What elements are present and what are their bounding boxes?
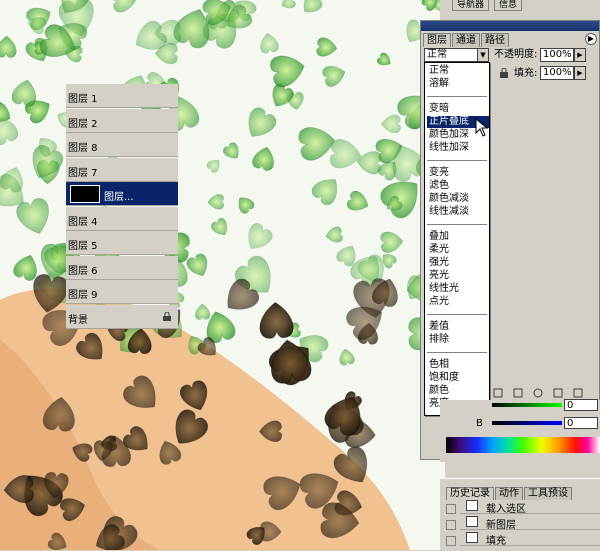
- layer-row[interactable]: 图层 6: [66, 255, 178, 280]
- blend-mode-option[interactable]: 点光: [427, 296, 489, 308]
- blue-slider[interactable]: [492, 421, 562, 425]
- tab-navigator[interactable]: 导航器: [452, 0, 490, 11]
- blue-value-input[interactable]: 0: [564, 417, 598, 429]
- menu-separator: [427, 160, 487, 161]
- opacity-label: 不透明度:: [494, 49, 538, 60]
- blend-mode-option[interactable]: 差值: [427, 321, 489, 333]
- lock-icon: [163, 311, 171, 321]
- history-snapshot-box[interactable]: [446, 536, 456, 546]
- history-item-label: 载入选区: [486, 504, 526, 515]
- menu-separator: [427, 352, 487, 353]
- history-snapshot-icon: [466, 532, 478, 543]
- blend-mode-option[interactable]: 强光: [427, 257, 489, 269]
- history-snapshot-box[interactable]: [446, 504, 456, 514]
- fill-input[interactable]: 100%: [540, 66, 574, 80]
- blend-mode-option[interactable]: 排除: [427, 334, 489, 346]
- blue-channel-label: B: [476, 418, 483, 429]
- layer-name: 图层 8: [68, 143, 98, 154]
- layers-tabs: 图层 通道 路径: [423, 33, 510, 47]
- layer-name: 图层 4: [68, 216, 98, 228]
- tab-channels[interactable]: 通道: [452, 33, 480, 47]
- layer-name: 背景: [68, 314, 88, 326]
- blend-mode-option[interactable]: 线性减淡: [427, 206, 489, 218]
- fill-arrow-icon[interactable]: ▶: [574, 66, 586, 80]
- menu-separator: [427, 224, 487, 225]
- blend-mode-option[interactable]: 溶解: [427, 78, 489, 90]
- blend-mode-option[interactable]: 颜色减淡: [427, 193, 489, 205]
- layer-name: 图层 6: [68, 265, 98, 277]
- blend-mode-option[interactable]: 饱和度: [427, 372, 489, 384]
- layer-row[interactable]: 图层 7: [66, 157, 178, 182]
- blend-mode-option[interactable]: 叠加: [427, 231, 489, 243]
- blend-mode-option[interactable]: 色相: [427, 359, 489, 371]
- history-snapshot-box[interactable]: [446, 520, 456, 530]
- layer-name: 图层 5: [68, 241, 98, 252]
- history-item-label: 填充: [486, 536, 506, 547]
- opacity-input[interactable]: 100%: [540, 48, 574, 62]
- history-item[interactable]: 载入选区: [460, 498, 600, 515]
- history-item-label: 新图层: [486, 520, 516, 531]
- history-snapshot-icon: [466, 516, 478, 527]
- blend-mode-option[interactable]: 变亮: [427, 167, 489, 179]
- blend-mode-select[interactable]: 正常: [424, 48, 478, 62]
- top-panel-strip: 导航器 信息: [440, 0, 600, 20]
- fill-label: 填充:: [514, 68, 538, 79]
- blend-mode-option[interactable]: 线性光: [427, 283, 489, 295]
- layer-name: 图层 2: [68, 118, 98, 130]
- chevron-down-icon[interactable]: ▼: [477, 48, 489, 62]
- history-item[interactable]: 填充: [460, 530, 600, 547]
- layer-row[interactable]: 图层 1: [66, 84, 178, 108]
- lock-icon[interactable]: [499, 68, 509, 78]
- blend-mode-option[interactable]: 滤色: [427, 180, 489, 192]
- layer-row[interactable]: 图层 4: [66, 206, 178, 231]
- tab-layers[interactable]: 图层: [423, 33, 451, 47]
- green-value-input[interactable]: 0: [564, 399, 598, 411]
- layer-name: 图层 9: [68, 290, 98, 301]
- blend-mode-option[interactable]: 亮光: [427, 270, 489, 282]
- layer-row[interactable]: 图层 9: [66, 280, 178, 304]
- menu-separator: [427, 96, 487, 97]
- tab-info[interactable]: 信息: [494, 0, 523, 11]
- palette-titlebar[interactable]: [421, 21, 599, 31]
- opacity-arrow-icon[interactable]: ▶: [574, 48, 586, 62]
- layers-bottom-bar: [490, 388, 598, 398]
- blend-mode-option[interactable]: 变暗: [427, 103, 489, 115]
- layer-row[interactable]: 图层 8: [66, 133, 178, 157]
- color-spectrum-bar[interactable]: [446, 437, 600, 453]
- layer-name: 图层 1: [68, 94, 98, 105]
- tab-paths[interactable]: 路径: [481, 33, 509, 47]
- blend-mode-option[interactable]: 线性加深: [427, 142, 489, 154]
- layer-row[interactable]: 背景: [66, 304, 178, 329]
- blend-mode-option[interactable]: 柔光: [427, 244, 489, 256]
- menu-arrow-icon[interactable]: ▶: [585, 33, 597, 45]
- blend-mode-option[interactable]: 颜色: [427, 385, 489, 397]
- layer-row[interactable]: 图层 5: [66, 231, 178, 255]
- layer-row[interactable]: 图层 2: [66, 108, 178, 133]
- history-item[interactable]: 新图层: [460, 514, 600, 531]
- menu-separator: [427, 314, 487, 315]
- green-slider[interactable]: [492, 403, 562, 407]
- layer-name: 图层 7: [68, 167, 98, 179]
- layer-row[interactable]: 图层...: [66, 182, 178, 206]
- cursor-arrow-icon: [475, 118, 489, 137]
- layer-thumbnail[interactable]: [70, 185, 100, 203]
- history-snapshot-icon: [466, 500, 478, 511]
- blend-mode-option[interactable]: 正常: [427, 65, 489, 77]
- layer-name: 图层...: [104, 192, 134, 203]
- blend-mode-menu: 正常 溶解 变暗 正片叠底 颜色加深 线性加深 变亮 滤色 颜色减淡 线性减淡 叠加 柔光 强光 亮光 线性…: [424, 62, 490, 416]
